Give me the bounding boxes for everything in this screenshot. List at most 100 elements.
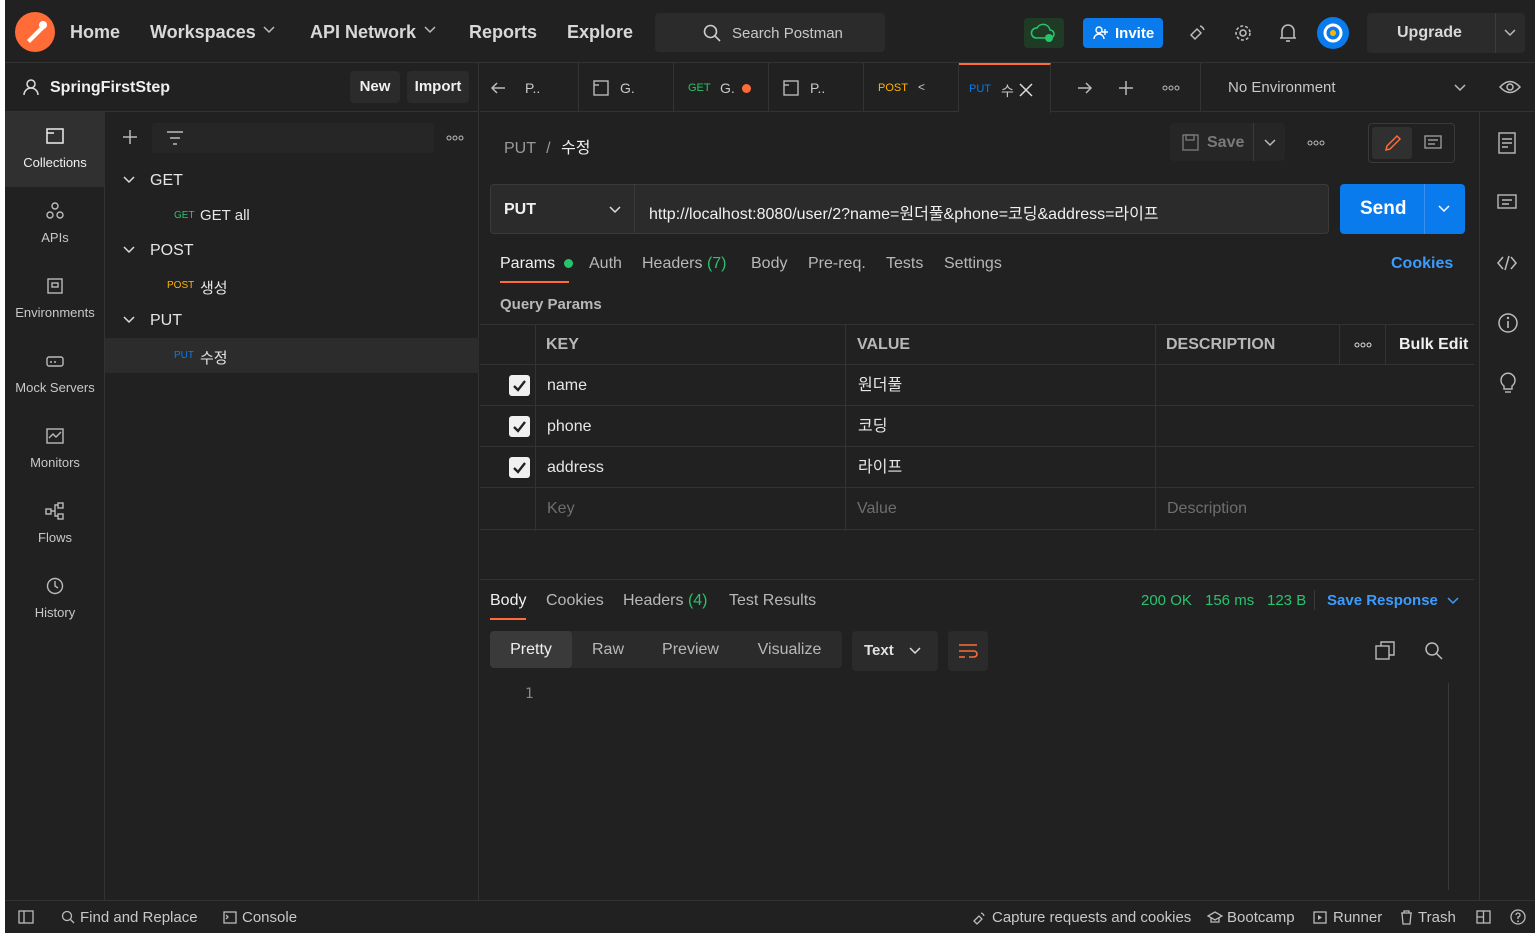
lightbulb-icon[interactable] [1498, 372, 1518, 394]
chevron-down-icon[interactable] [1438, 205, 1450, 213]
rail-flows[interactable]: Flows [5, 487, 105, 562]
nav-explore[interactable]: Explore [567, 22, 633, 43]
key-input[interactable]: Key [547, 488, 575, 529]
close-icon[interactable] [1019, 83, 1033, 97]
cloud-sync-icon[interactable] [1024, 18, 1064, 48]
format-visualize[interactable]: Visualize [737, 631, 842, 668]
tab-params[interactable]: Params [500, 255, 573, 273]
chevron-down-icon[interactable] [263, 26, 275, 34]
response-time[interactable]: 156 ms [1205, 592, 1254, 609]
arrow-right-icon[interactable] [1077, 81, 1093, 95]
tab[interactable]: POST < [864, 63, 959, 112]
satellite-icon[interactable] [1187, 23, 1207, 43]
edit-toggle[interactable] [1372, 127, 1412, 159]
arrow-left-icon[interactable] [490, 81, 506, 95]
search-input[interactable]: Search Postman [655, 13, 885, 52]
gear-icon[interactable] [1232, 22, 1254, 44]
layout-icon[interactable] [1476, 910, 1491, 924]
param-value[interactable]: 라이프 [858, 447, 902, 488]
tab[interactable]: P.. [769, 63, 864, 112]
param-value[interactable]: 코딩 [858, 406, 887, 447]
console-button[interactable]: Console [242, 909, 297, 926]
rail-collections[interactable]: Collections [5, 112, 105, 187]
tab-prereq[interactable]: Pre-req. [808, 255, 866, 273]
response-tab-cookies[interactable]: Cookies [546, 592, 604, 610]
checkbox-checked[interactable] [509, 375, 530, 396]
method-select[interactable]: PUT [491, 185, 635, 233]
tab-active[interactable]: PUT 수 [959, 63, 1051, 113]
send-button[interactable]: Send [1340, 184, 1465, 234]
bell-icon[interactable] [1278, 22, 1298, 44]
folder-get[interactable]: GET [105, 163, 479, 198]
format-preview[interactable]: Preview [644, 631, 737, 668]
rail-history[interactable]: History [5, 562, 105, 637]
tab[interactable]: GET G. [674, 63, 769, 112]
folder-put[interactable]: PUT [105, 303, 479, 338]
response-size[interactable]: 123 B [1267, 592, 1306, 609]
value-input[interactable]: Value [857, 488, 897, 529]
rail-mock-servers[interactable]: Mock Servers [5, 337, 105, 412]
param-key[interactable]: name [547, 365, 587, 406]
search-icon[interactable] [1424, 641, 1444, 661]
help-icon[interactable] [1510, 909, 1526, 925]
copy-icon[interactable] [1375, 641, 1395, 661]
tab-settings[interactable]: Settings [944, 255, 1002, 273]
postman-logo-icon[interactable] [15, 12, 55, 52]
import-button[interactable]: Import [407, 71, 469, 103]
runner-button[interactable]: Runner [1333, 909, 1382, 926]
request-create[interactable]: POST 생성 [105, 268, 479, 303]
tab-body[interactable]: Body [751, 255, 787, 273]
response-tab-body[interactable]: Body [490, 592, 526, 610]
comments-icon[interactable] [1497, 194, 1517, 212]
editor-scrollbar[interactable] [1448, 683, 1449, 890]
cookies-link[interactable]: Cookies [1391, 255, 1453, 273]
nav-home[interactable]: Home [70, 22, 120, 43]
invite-button[interactable]: Invite [1083, 18, 1163, 48]
type-select[interactable]: Text [852, 631, 938, 671]
comment-icon[interactable] [1424, 135, 1442, 151]
nav-reports[interactable]: Reports [469, 22, 537, 43]
format-raw[interactable]: Raw [572, 631, 644, 668]
more-icon[interactable] [1307, 140, 1325, 146]
save-button[interactable]: Save [1207, 134, 1244, 152]
request-get-all[interactable]: GET GET all [105, 198, 479, 233]
filter-input[interactable] [152, 123, 434, 153]
eye-icon[interactable] [1499, 79, 1521, 95]
new-button[interactable]: New [350, 71, 400, 103]
find-replace-button[interactable]: Find and Replace [80, 909, 198, 926]
plus-icon[interactable] [122, 129, 138, 145]
more-icon[interactable] [1354, 342, 1372, 348]
tab[interactable]: G. [579, 63, 674, 112]
more-icon[interactable] [446, 135, 464, 141]
chevron-down-icon[interactable] [1447, 597, 1459, 605]
documentation-icon[interactable] [1498, 132, 1516, 154]
tab-tests[interactable]: Tests [886, 255, 923, 273]
nav-workspaces[interactable]: Workspaces [150, 22, 256, 43]
folder-post[interactable]: POST [105, 233, 479, 268]
param-key[interactable]: phone [547, 406, 592, 447]
chevron-down-icon[interactable] [1264, 139, 1276, 147]
sidebar-toggle-icon[interactable] [18, 910, 34, 924]
plus-icon[interactable] [1118, 80, 1134, 96]
bootcamp-button[interactable]: Bootcamp [1227, 909, 1295, 926]
param-key[interactable]: address [547, 447, 604, 488]
chevron-down-icon[interactable] [424, 26, 436, 34]
bulk-edit-button[interactable]: Bulk Edit [1399, 324, 1468, 365]
request-update[interactable]: PUT 수정 [105, 338, 479, 373]
tab-auth[interactable]: Auth [589, 255, 622, 273]
url-input[interactable]: http://localhost:8080/user/2?name=원더풀&ph… [649, 200, 1159, 224]
status-code[interactable]: 200 OK [1141, 592, 1192, 609]
rail-apis[interactable]: APIs [5, 187, 105, 262]
param-value[interactable]: 원더풀 [858, 365, 902, 406]
rail-monitors[interactable]: Monitors [5, 412, 105, 487]
tab[interactable]: P.. [517, 63, 579, 112]
trash-button[interactable]: Trash [1418, 909, 1456, 926]
format-pretty[interactable]: Pretty [490, 631, 572, 668]
capture-button[interactable]: Capture requests and cookies [992, 909, 1191, 926]
code-icon[interactable] [1497, 255, 1517, 271]
checkbox-checked[interactable] [509, 457, 530, 478]
response-tab-headers[interactable]: Headers (4) [623, 592, 708, 610]
info-icon[interactable] [1497, 312, 1519, 334]
tab-headers[interactable]: Headers (7) [642, 255, 727, 273]
description-input[interactable]: Description [1167, 488, 1247, 529]
